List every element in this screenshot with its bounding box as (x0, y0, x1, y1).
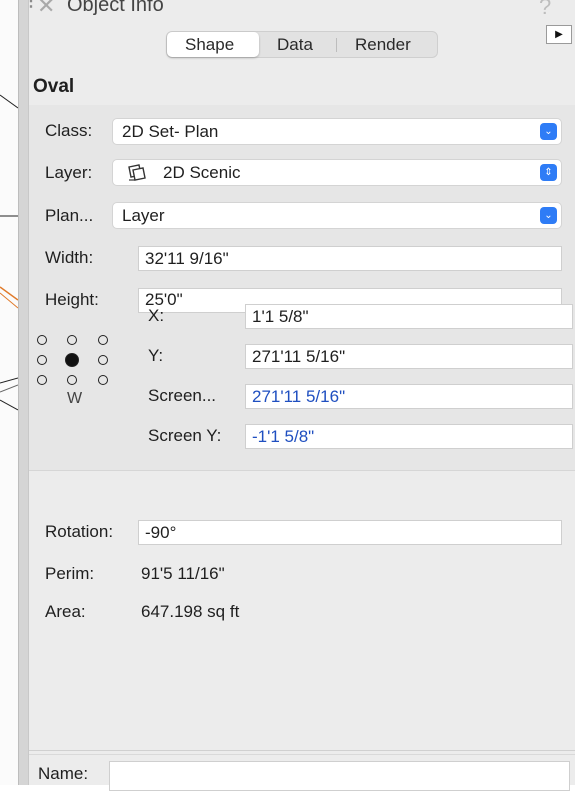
x-field[interactable]: 1'1 5/8" (245, 304, 573, 329)
width-label: Width: (45, 248, 94, 267)
y-value: 271'11 5/16" (252, 347, 346, 366)
name-label: Name: (38, 764, 89, 783)
y-label: Y: (148, 346, 164, 365)
anchor-bottom-right[interactable] (98, 375, 108, 385)
anchor-center-selected[interactable] (65, 353, 79, 367)
tab-bar: Shape Data Render (166, 31, 438, 58)
drag-grip-icon[interactable]: ⋮ (23, 0, 39, 10)
drawing-lines (0, 94, 18, 411)
screen-y-value: -1'1 5/8" (252, 427, 315, 446)
anchor-point-grid[interactable]: W (35, 333, 115, 413)
rotation-label: Rotation: (45, 522, 114, 541)
screen-x-value: 271'11 5/16" (252, 387, 346, 406)
chevron-updown-icon: ⇕ (540, 164, 557, 181)
tab-separator (336, 38, 337, 52)
area-label: Area: (45, 602, 86, 621)
drawing-canvas[interactable] (0, 0, 18, 785)
title-bar[interactable]: ⋮ ✕ Object Info ? (23, 0, 575, 20)
anchor-caption: W (67, 390, 83, 407)
section-divider (29, 470, 575, 471)
bottom-divider-2 (29, 754, 575, 755)
x-label: X: (148, 306, 165, 325)
anchor-bottom-center[interactable] (67, 375, 77, 385)
layer-stack-icon (126, 163, 148, 188)
name-field[interactable] (109, 761, 570, 791)
y-field[interactable]: 271'11 5/16" (245, 344, 573, 369)
class-label: Class: (45, 121, 93, 140)
panel-title: Object Info (67, 0, 164, 16)
anchor-top-center[interactable] (67, 335, 77, 345)
expand-arrow-icon[interactable]: ▶ (546, 25, 572, 44)
tab-data[interactable]: Data (277, 35, 313, 55)
anchor-top-left[interactable] (37, 335, 47, 345)
width-field[interactable]: 32'11 9/16" (138, 246, 562, 271)
tab-render[interactable]: Render (355, 35, 411, 55)
screen-x-field[interactable]: 271'11 5/16" (245, 384, 573, 409)
layer-value: 2D Scenic (163, 163, 241, 182)
height-label: Height: (45, 290, 99, 309)
bottom-divider (29, 750, 575, 751)
width-value: 32'11 9/16" (145, 249, 229, 268)
chevron-down-icon: ⌄ (540, 207, 557, 224)
object-type-title: Oval (33, 76, 75, 97)
tab-shape-label[interactable]: Shape (185, 35, 234, 55)
anchor-middle-right[interactable] (98, 355, 108, 365)
chevron-down-icon: ⌄ (540, 123, 557, 140)
close-icon[interactable]: ✕ (37, 0, 55, 19)
anchor-top-right[interactable] (98, 335, 108, 345)
perim-value: 91'5 11/16" (141, 564, 225, 583)
plane-label: Plan... (45, 206, 94, 225)
class-value: 2D Set- Plan (122, 122, 219, 141)
screen-y-field[interactable]: -1'1 5/8" (245, 424, 573, 449)
rotation-value: -90° (145, 523, 177, 542)
layer-popup[interactable]: 2D Scenic ⇕ (112, 159, 562, 186)
x-value: 1'1 5/8" (252, 307, 309, 326)
object-info-panel: ⋮ ✕ Object Info ? Shape Data Render ▶ Ov… (23, 0, 575, 791)
area-value: 647.198 sq ft (141, 602, 240, 621)
anchor-middle-left[interactable] (37, 355, 47, 365)
palette-edge (18, 0, 29, 785)
screen-x-label: Screen... (148, 386, 217, 405)
class-popup[interactable]: 2D Set- Plan ⌄ (112, 118, 562, 145)
perim-label: Perim: (45, 564, 95, 583)
screen-y-label: Screen Y: (148, 426, 222, 445)
anchor-bottom-left[interactable] (37, 375, 47, 385)
rotation-field[interactable]: -90° (138, 520, 562, 545)
help-icon[interactable]: ? (539, 0, 551, 20)
plane-popup[interactable]: Layer ⌄ (112, 202, 562, 229)
plane-value: Layer (122, 206, 165, 225)
layer-label: Layer: (45, 163, 93, 182)
